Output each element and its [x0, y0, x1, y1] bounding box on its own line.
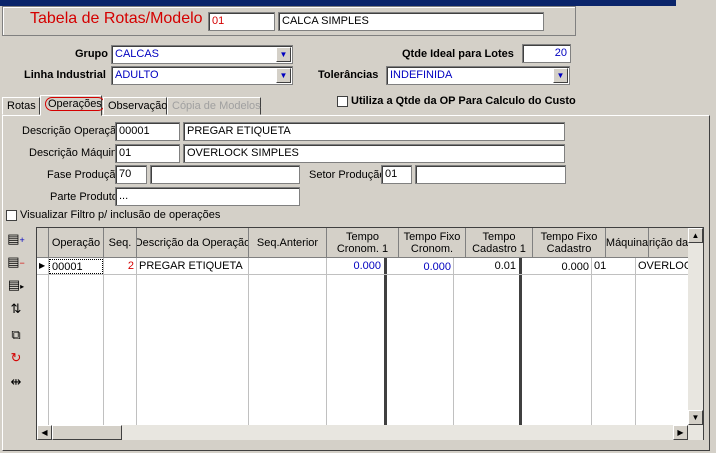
tolerancias-select[interactable]: INDEFINIDA ▼: [386, 66, 570, 85]
setor-producao-code-field[interactable]: 01: [381, 165, 412, 184]
linha-industrial-value: ADULTO: [115, 69, 159, 81]
setor-producao-label: Setor Produção: [309, 169, 386, 181]
column-header-tempo-fixo-cadastro[interactable]: Tempo Fixo Cadastro: [533, 228, 606, 258]
chevron-down-icon[interactable]: ▼: [276, 47, 291, 62]
grupo-select[interactable]: CALCAS ▼: [111, 45, 293, 64]
cell-tempo-fixo-cronom[interactable]: 0.000: [387, 260, 453, 275]
column-header-tempo-cronom[interactable]: Tempo Cronom. 1: [327, 228, 399, 258]
cell-tempo-cronom[interactable]: 0.000: [327, 259, 383, 274]
column-header-tempo-cadastro[interactable]: Tempo Cadastro 1: [466, 228, 533, 258]
column-header-operacao[interactable]: Operação: [49, 228, 104, 258]
scroll-right-icon[interactable]: ▶: [673, 425, 688, 440]
qtde-ideal-label: Qtde Ideal para Lotes: [402, 48, 514, 60]
cell-maquina[interactable]: 01: [592, 259, 634, 274]
tab-operacoes-label: Operações: [45, 97, 105, 111]
horizontal-scrollbar[interactable]: ◀ ▶: [37, 425, 688, 440]
add-row-icon[interactable]: ▤+: [6, 229, 26, 249]
scroll-thumb[interactable]: [52, 425, 122, 440]
grupo-label: Grupo: [75, 48, 108, 60]
cell-descricao[interactable]: PREGAR ETIQUETA: [137, 259, 248, 274]
setor-producao-field[interactable]: [415, 165, 566, 184]
refresh-icon[interactable]: ↻: [6, 348, 26, 368]
column-header-tempo-fixo-cronom[interactable]: Tempo Fixo Cronom.: [399, 228, 466, 258]
tab-rotas[interactable]: Rotas: [2, 97, 40, 115]
page-title: Tabela de Rotas/Modelo: [30, 10, 203, 27]
qtde-ideal-field[interactable]: 20: [522, 44, 571, 63]
utiliza-qtde-label: Utiliza a Qtde da OP Para Calculo do Cus…: [351, 95, 576, 107]
model-code-field[interactable]: 01: [208, 12, 275, 31]
column-header-seq[interactable]: Seq.: [104, 228, 137, 258]
tolerancias-label: Tolerâncias: [318, 69, 379, 81]
row-indicator-header: [37, 228, 49, 258]
parte-produto-label: Parte Produto: [50, 191, 118, 203]
chevron-down-icon[interactable]: ▼: [553, 68, 568, 83]
resize-columns-icon[interactable]: ⇹: [6, 372, 26, 392]
column-header-descricao[interactable]: Descrição da Operação: [137, 228, 249, 258]
cell-tempo-fixo-cadastro[interactable]: 0.000: [522, 260, 591, 275]
parte-produto-field[interactable]: ...: [115, 187, 300, 206]
cell-seq[interactable]: 2: [104, 259, 136, 274]
sort-icon[interactable]: ⇅: [6, 299, 26, 319]
descricao-operacao-code-field[interactable]: 00001: [115, 122, 180, 141]
visualizar-filtro-checkbox[interactable]: [6, 210, 17, 221]
copy-icon[interactable]: ⧉: [6, 325, 26, 345]
descricao-operacao-label: Descrição Operação: [22, 125, 123, 137]
descricao-maquina-field[interactable]: OVERLOCK SIMPLES: [183, 144, 565, 163]
tab-operacoes[interactable]: Operações: [40, 95, 105, 116]
cell-operacao[interactable]: 00001: [49, 259, 103, 274]
linha-industrial-select[interactable]: ADULTO ▼: [111, 66, 293, 85]
column-header-maquina[interactable]: Máquina: [606, 228, 649, 258]
tolerancias-value: INDEFINIDA: [390, 69, 453, 81]
scroll-down-icon[interactable]: ▼: [688, 410, 703, 425]
cell-tempo-cadastro[interactable]: 0.01: [454, 259, 518, 274]
visualizar-filtro-label: Visualizar Filtro p/ inclusão de operaçõ…: [20, 209, 221, 221]
tab-copia-modelos: Cópia de Modelos: [167, 97, 261, 115]
linha-industrial-label: Linha Industrial: [24, 69, 106, 81]
fase-producao-label: Fase Produção: [47, 169, 122, 181]
model-description-field[interactable]: CALCA SIMPLES: [278, 12, 544, 31]
chevron-down-icon[interactable]: ▼: [276, 68, 291, 83]
next-record-icon[interactable]: ▤▸: [6, 275, 26, 295]
delete-row-icon[interactable]: ▤−: [6, 252, 26, 272]
cell-seq-anterior[interactable]: [249, 259, 326, 274]
scroll-left-icon[interactable]: ◀: [37, 425, 52, 440]
fase-producao-field[interactable]: [150, 165, 300, 184]
descricao-maquina-code-field[interactable]: 01: [115, 144, 180, 163]
vertical-scrollbar[interactable]: ▲ ▼: [688, 228, 703, 440]
current-row-indicator: ▶: [39, 261, 46, 270]
grupo-value: CALCAS: [115, 48, 160, 60]
column-header-seq-anterior[interactable]: Seq.Anterior: [249, 228, 327, 258]
operations-grid[interactable]: Operação Seq. Descrição da Operação Seq.…: [36, 227, 704, 440]
tab-observacao[interactable]: Observação: [103, 97, 167, 115]
scroll-up-icon[interactable]: ▲: [688, 228, 703, 243]
utiliza-qtde-checkbox[interactable]: [337, 96, 348, 107]
cell-descricao-maquina[interactable]: OVERLOCK: [636, 259, 688, 274]
descricao-operacao-field[interactable]: PREGAR ETIQUETA: [183, 122, 565, 141]
fase-producao-code-field[interactable]: 70: [115, 165, 147, 184]
descricao-maquina-label: Descrição Máquina: [29, 147, 124, 159]
